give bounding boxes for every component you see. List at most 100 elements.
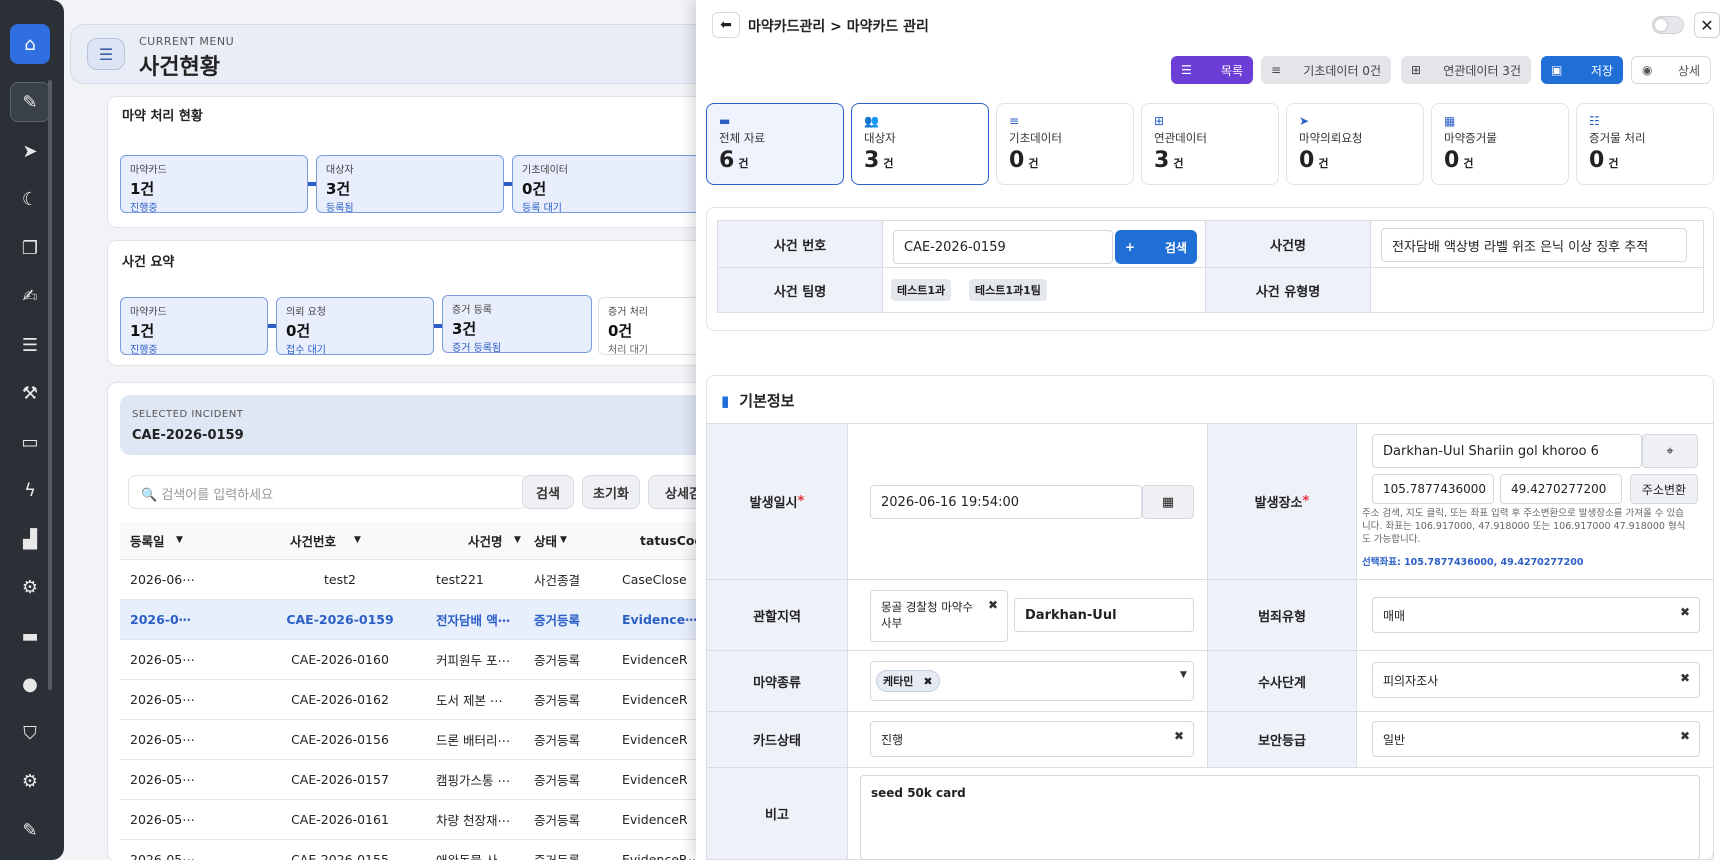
search-placeholder: 검색어를 입력하세요	[161, 488, 274, 503]
user-icon[interactable]: ●	[10, 664, 50, 704]
moon-icon[interactable]: ☾	[10, 179, 50, 219]
case-no-input[interactable]: CAE-2026-0159	[893, 230, 1113, 264]
status-card: 마약 처리 현황 마약카드 1건 진행중 대상자 3건 등록됨 기초데이터 0건…	[107, 96, 704, 228]
remove-icon[interactable]: ✖	[923, 675, 932, 688]
table-cell: 증거등록	[534, 653, 581, 668]
table-row[interactable]: 2026-05⋯ CAE-2026-0160 커피원두 포⋯ 증거등록 Evidence…	[120, 640, 704, 680]
search-input[interactable]: 🔍 검색어를 입력하세요	[128, 475, 528, 509]
list-icon[interactable]: ☰	[10, 325, 50, 365]
card-status-select[interactable]: 진행	[870, 721, 1194, 757]
stat-subjects[interactable]: 👥 대상자 3 건	[851, 103, 989, 185]
home-icon[interactable]: ⌂	[10, 24, 50, 64]
detail-button[interactable]: ◉ 상세	[1631, 56, 1711, 84]
security-select[interactable]: 일반	[1372, 721, 1700, 757]
address-convert-button[interactable]: 주소변환	[1630, 474, 1698, 504]
region-detail-input[interactable]: Darkhan-Uul	[1014, 598, 1194, 632]
team-chip[interactable]: 테스트1과	[891, 279, 952, 301]
table-row[interactable]: 2026-05⋯ CAE-2026-0161 차량 천장재⋯ 증거등록 Evidence…	[120, 800, 704, 840]
clear-icon[interactable]: ✖	[988, 598, 998, 612]
table-row[interactable]: 2026-06⋯ test2 test221 사건종결 CaseClose	[120, 560, 704, 600]
copy-icon[interactable]: ❐	[10, 228, 50, 268]
stat-related-data[interactable]: ⊞ 연관데이터 3 건	[1141, 103, 1279, 185]
chevron-down-icon[interactable]: ▼	[1180, 670, 1187, 680]
stat-evidence[interactable]: ▦ 마약증거물 0 건	[1431, 103, 1569, 185]
chart-icon[interactable]: ▟	[10, 519, 50, 559]
case-name-input[interactable]: 전자담배 액상병 라벨 위조 은닉 이상 징후 추적	[1381, 228, 1687, 262]
team-chip[interactable]: 테스트1과1팀	[969, 279, 1047, 301]
stat-total[interactable]: ▬ 전체 자료 6 건	[706, 103, 844, 185]
status-stage[interactable]: 대상자 3건 등록됨	[316, 155, 504, 214]
occurred-label: 발생일시 *	[706, 423, 848, 580]
related-data-button[interactable]: ⊞ 연관데이터 3건	[1401, 56, 1531, 84]
edit-icon[interactable]: ✍	[10, 276, 50, 316]
latitude-input[interactable]: 49.4270277200	[1500, 474, 1622, 504]
pen-icon[interactable]: ✎	[10, 810, 50, 850]
summary-stage[interactable]: 증거 처리 0건 처리 대기	[598, 297, 704, 356]
base-data-button[interactable]: ≡ 기초데이터 0건	[1261, 56, 1391, 84]
table-row[interactable]: 2026-05⋯ CAE-2026-0155 애완동물 사⋯ 증거등록 Evidence…	[120, 840, 704, 860]
reset-button[interactable]: 초기화	[582, 475, 640, 509]
table-row[interactable]: 2026-05⋯ CAE-2026-0162 도서 제본 ⋯ 증거등록 Evidence…	[120, 680, 704, 720]
place-input[interactable]: Darkhan-Uul Shariin gol khoroo 6	[1372, 434, 1642, 468]
drug-chip-label: 케타민	[883, 675, 914, 688]
stage-value: 0건	[286, 322, 311, 340]
map-marker-icon[interactable]: ⌖	[1642, 434, 1698, 468]
table-cell: 2026-05⋯	[130, 852, 195, 860]
summary-stage[interactable]: 의뢰 요청 0건 접수 대기	[276, 297, 434, 356]
summary-stage[interactable]: 증거 등록 3건 증거 등록됨	[442, 295, 592, 354]
pencil-icon[interactable]: ✎	[10, 82, 50, 122]
bolt-icon[interactable]: ϟ	[10, 470, 50, 510]
stat-requests[interactable]: ➤ 마약의뢰요청 0 건	[1286, 103, 1424, 185]
occurred-input[interactable]: 2026-06-16 19:54:00	[870, 485, 1142, 519]
stage-select[interactable]: 피의자조사	[1372, 662, 1700, 698]
stat-base-data[interactable]: ≡ 기초데이터 0 건	[996, 103, 1134, 185]
stage-sub: 진행중	[130, 345, 158, 356]
close-button[interactable]: ✕	[1694, 12, 1720, 38]
memo-textarea[interactable]: seed 50k card	[860, 775, 1700, 860]
clear-icon[interactable]: ✖	[1680, 605, 1690, 619]
cogs-icon[interactable]: ⚙	[10, 567, 50, 607]
summary-stage[interactable]: 마약카드 1건 진행중	[120, 297, 268, 356]
status-stage[interactable]: 기초데이터 0건 등록 대기	[512, 155, 704, 214]
monitor-icon[interactable]: ▭	[10, 422, 50, 462]
back-button[interactable]: ⬅	[712, 12, 740, 38]
sitemap-icon: ⊞	[1154, 114, 1165, 128]
table-cell: 커피원두 포⋯	[436, 653, 510, 668]
drug-chip[interactable]: 케타민 ✖	[876, 670, 940, 692]
gavel-icon[interactable]: ⚒	[10, 373, 50, 413]
list-button[interactable]: ☰ 목록	[1171, 56, 1253, 84]
case-type-cell[interactable]	[1370, 267, 1704, 313]
stat-value: 0건	[1444, 148, 1474, 173]
col-status[interactable]: 상태	[534, 522, 584, 559]
stage-sub: 접수 대기	[286, 345, 326, 356]
status-stage[interactable]: 마약카드 1건 진행중	[120, 155, 308, 214]
paper-plane-icon[interactable]: ➤	[10, 131, 50, 171]
crime-select[interactable]: 매매	[1372, 597, 1700, 633]
col-status-code[interactable]: tatusCod	[640, 522, 704, 559]
clear-icon[interactable]: ✖	[1680, 671, 1690, 685]
sidebar-scrollbar[interactable]	[48, 80, 52, 690]
table-row[interactable]: 2026-0⋯ CAE-2026-0159 전자담배 액⋯ 증거등록 Evidence⋯	[120, 600, 704, 640]
stat-value: 0건	[1299, 148, 1329, 173]
case-search-label: 검색	[1164, 240, 1187, 255]
col-case-no[interactable]: 사건번호	[290, 522, 390, 559]
col-date[interactable]: 등록일	[130, 522, 200, 559]
shield-icon[interactable]: ⛉	[10, 713, 50, 753]
clear-icon[interactable]: ✖	[1680, 729, 1690, 743]
settings-icon[interactable]: ⚙	[10, 761, 50, 801]
clipboard-icon: ▮	[721, 391, 730, 410]
case-search-button[interactable]: + 검색	[1115, 230, 1197, 264]
table-row[interactable]: 2026-05⋯ CAE-2026-0157 캠핑가스통 ⋯ 증거등록 Evidence…	[120, 760, 704, 800]
drive-icon[interactable]: ▬	[10, 616, 50, 656]
save-button[interactable]: ▣ 저장	[1541, 56, 1623, 84]
search-button[interactable]: 검색	[522, 475, 574, 509]
menu-toggle-button[interactable]: ☰	[87, 38, 125, 70]
calendar-icon[interactable]: ▦	[1142, 485, 1194, 519]
clear-icon[interactable]: ✖	[1174, 729, 1184, 743]
longitude-input[interactable]: 105.7877436000	[1372, 474, 1494, 504]
stat-evidence-process[interactable]: ☷ 증거물 처리 0 건	[1576, 103, 1714, 185]
table-row[interactable]: 2026-05⋯ CAE-2026-0156 드론 배터리⋯ 증거등록 Evidence…	[120, 720, 704, 760]
panel-toggle[interactable]	[1652, 16, 1684, 34]
table-header: 등록일 ▼ 사건번호 ▼ 사건명 ▼ 상태 ▼ tatusCod	[120, 522, 704, 560]
memo-label: 비고	[706, 767, 848, 860]
